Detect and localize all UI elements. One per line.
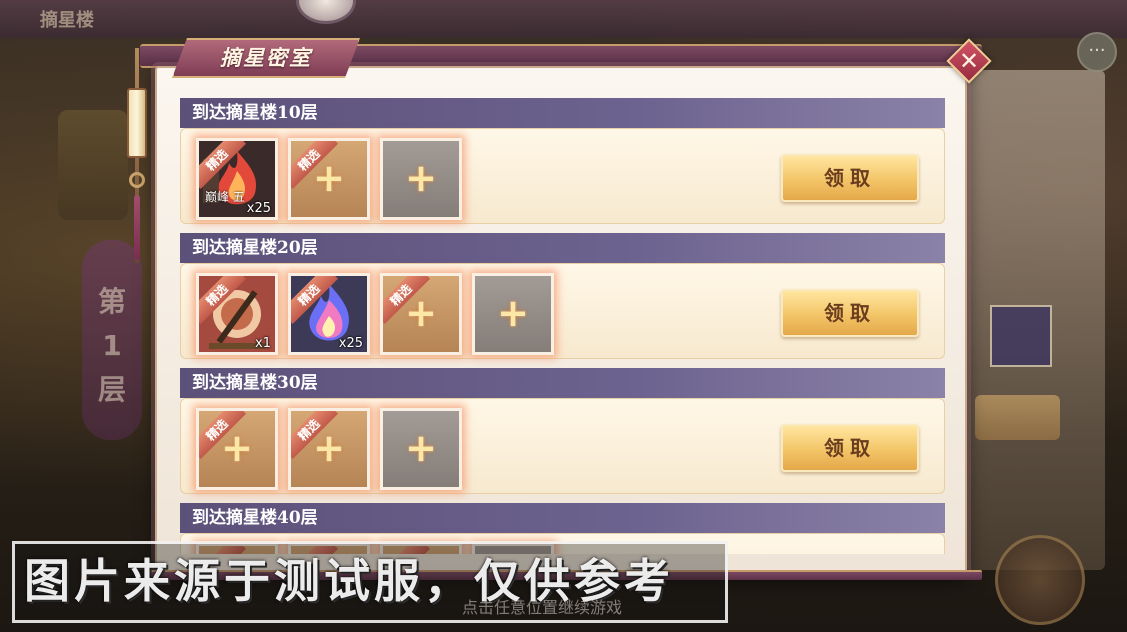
reward-list[interactable]: 到达摘星楼10层 巅峰 五 x25 精选 + 精选 + 领取 到达摘星楼20层 x1 精选 x25 精选… — [180, 98, 945, 554]
chat-bubble-icon[interactable]: ··· — [1077, 32, 1117, 72]
reward-item-slot[interactable]: 巅峰 五 x25 精选 — [196, 138, 278, 220]
empty-reward-slot[interactable]: +精选 — [288, 138, 370, 220]
dialog-title: 摘星密室 — [220, 46, 312, 70]
background-button — [975, 395, 1060, 440]
empty-reward-slot[interactable]: + — [472, 273, 554, 355]
reward-row-header: 到达摘星楼30层 — [180, 368, 945, 398]
reward-row-title: 到达摘星楼20层 — [192, 238, 318, 258]
empty-reward-slot[interactable]: +精选 — [196, 408, 278, 490]
empty-reward-slot[interactable]: + — [380, 138, 462, 220]
reward-row-title: 到达摘星楼30层 — [192, 373, 318, 393]
plus-icon: + — [405, 426, 437, 470]
reward-row-title: 到达摘星楼40层 — [192, 508, 318, 528]
floor-label: 第1层 — [97, 285, 126, 406]
claim-button[interactable]: 领取 — [781, 289, 919, 337]
reward-row: 到达摘星楼20层 x1 精选 x25 精选 + 精选 + 领取 — [180, 233, 945, 361]
background-item-box — [990, 305, 1052, 367]
reward-row: 到达摘星楼30层 + 精选 + 精选 + 领取 — [180, 368, 945, 496]
background-avatar-circle — [995, 535, 1085, 625]
item-tag: 巅峰 五 — [205, 190, 245, 204]
scroll-ornament-icon — [127, 88, 147, 158]
background-title: 摘星楼 — [40, 10, 94, 31]
item-count: x25 — [338, 336, 363, 351]
tassel-ornament-icon — [134, 195, 140, 260]
plus-icon: + — [497, 291, 529, 335]
knot-ornament-icon — [129, 172, 145, 188]
close-icon: ✕ — [958, 47, 980, 75]
claim-button[interactable]: 领取 — [781, 154, 919, 202]
empty-reward-slot[interactable]: + — [380, 408, 462, 490]
item-count: x25 — [246, 201, 271, 216]
close-button[interactable]: ✕ — [946, 38, 992, 84]
reward-row: 到达摘星楼10层巅峰 五 x25 精选 + 精选 + 领取 — [180, 98, 945, 226]
reward-row-header: 到达摘星楼20层 — [180, 233, 945, 263]
plus-icon: + — [405, 156, 437, 200]
reward-row-title: 到达摘星楼10层 — [192, 103, 318, 123]
reward-row-header: 到达摘星楼10层 — [180, 98, 945, 128]
continue-hint: 点击任意位置继续游戏 — [462, 598, 623, 617]
item-count: x1 — [255, 336, 271, 351]
reward-item-slot[interactable]: x25 精选 — [288, 273, 370, 355]
reward-row-header: 到达摘星楼40层 — [180, 503, 945, 533]
empty-reward-slot[interactable]: +精选 — [288, 408, 370, 490]
lantern-icon — [58, 110, 128, 220]
reward-item-slot[interactable]: x1 精选 — [196, 273, 278, 355]
claim-button[interactable]: 领取 — [781, 424, 919, 472]
empty-reward-slot[interactable]: +精选 — [380, 273, 462, 355]
